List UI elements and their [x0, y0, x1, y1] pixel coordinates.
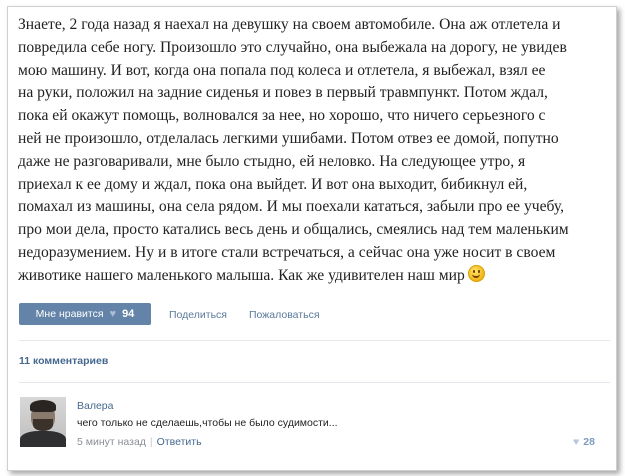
avatar[interactable] [20, 397, 66, 447]
post-card: Знаете, 2 года назад я наехал на девушку… [7, 6, 617, 471]
comments-count[interactable]: 11 комментариев [19, 355, 108, 367]
comment-like-count: 28 [583, 436, 595, 448]
post-text: Знаете, 2 года назад я наехал на девушку… [18, 14, 610, 288]
divider [19, 382, 610, 383]
like-count: 94 [122, 308, 135, 320]
separator: | [149, 436, 153, 448]
post-text-line: мою машину. И вот, когда она попала под … [18, 61, 546, 79]
post-text-line: на руки, положил на задние сиденья и пов… [18, 84, 548, 102]
heart-icon: ♥ [573, 436, 580, 448]
post-text-last-line: животике нашего маленького малыша. Как ж… [18, 264, 610, 288]
divider [19, 340, 610, 341]
post-text-line: недоразумением. Ну и в итоге стали встре… [18, 243, 556, 261]
post-text-line: Знаете, 2 года назад я наехал на девушку… [18, 16, 561, 33]
post-text-line: ней не произошло, отделалась легкими уши… [18, 129, 559, 147]
like-button[interactable]: Мне нравится ♥ 94 [19, 303, 151, 325]
post-text-line: повредила себе ногу. Произошло это случа… [18, 38, 567, 56]
report-link[interactable]: Пожаловаться [249, 309, 320, 321]
reply-link[interactable]: Ответить [157, 436, 202, 448]
comment-time[interactable]: 5 минут назад [77, 436, 146, 448]
post-text-line: приехал к ее дому и ждал, пока она выйде… [18, 175, 528, 193]
post-text-line: про мои дела, просто катались весь день … [18, 221, 569, 239]
post-text-line: помахал из машины, она села рядом. И мы … [18, 198, 565, 216]
post-text-line: пока ей окажут помощь, волновался за нее… [18, 107, 546, 125]
post-text-line: животике нашего маленького малыша. Как ж… [18, 266, 465, 284]
share-link[interactable]: Поделиться [169, 309, 227, 321]
smile-emoji-icon [467, 264, 485, 282]
comment-like-button[interactable]: ♥ 28 [573, 436, 595, 448]
comment-meta: 5 минут назад | Ответить [77, 436, 202, 448]
like-label: Мне нравится [35, 308, 104, 320]
heart-icon: ♥ [109, 308, 117, 320]
comment-text: чего только не сделаешь,чтобы не было су… [77, 417, 338, 429]
comment-author[interactable]: Валера [77, 400, 114, 412]
post-text-line: даже не разговаривали, мне было стыдно, … [18, 152, 526, 170]
